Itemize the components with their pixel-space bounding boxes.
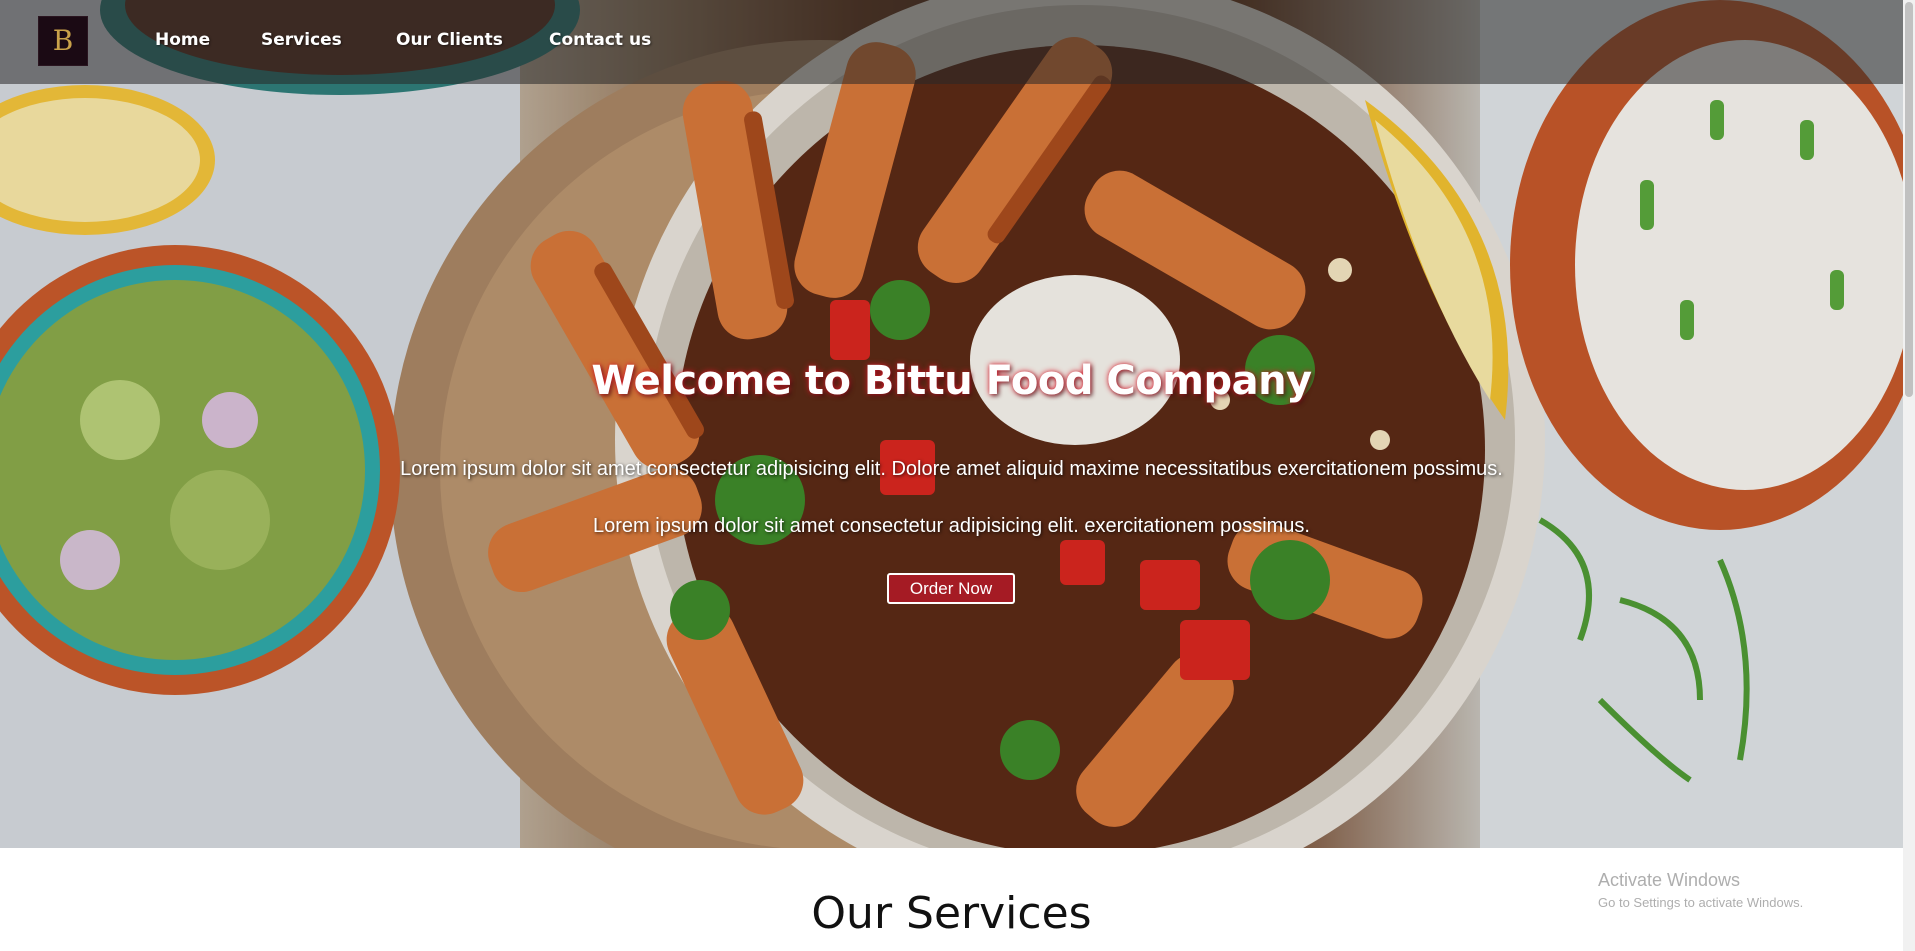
page: B Home Services Our Clients Contact us W…: [0, 0, 1915, 951]
hero-section: B Home Services Our Clients Contact us W…: [0, 0, 1903, 848]
logo-letter: B: [52, 24, 74, 57]
scrollbar-thumb[interactable]: [1905, 2, 1913, 397]
nav-contact-us[interactable]: Contact us: [549, 30, 651, 50]
navbar: B Home Services Our Clients Contact us: [0, 0, 1903, 84]
vertical-scrollbar[interactable]: [1903, 0, 1915, 951]
nav-our-clients[interactable]: Our Clients: [396, 30, 503, 50]
watermark-title: Activate Windows: [1598, 870, 1741, 890]
hero-overlay: [0, 0, 1903, 848]
nav-services[interactable]: Services: [261, 30, 342, 50]
windows-activation-watermark: Activate Windows Go to Settings to activ…: [1598, 870, 1803, 910]
hero-paragraph-2: Lorem ipsum dolor sit amet consectetur a…: [593, 515, 1310, 537]
nav-home[interactable]: Home: [155, 30, 210, 50]
order-now-button[interactable]: Order Now: [887, 573, 1015, 604]
logo[interactable]: B: [38, 16, 88, 66]
watermark-subtitle: Go to Settings to activate Windows.: [1598, 895, 1804, 910]
hero-paragraph-1: Lorem ipsum dolor sit amet consectetur a…: [400, 458, 1503, 480]
hero-title: Welcome to Bittu Food Company: [591, 358, 1312, 404]
